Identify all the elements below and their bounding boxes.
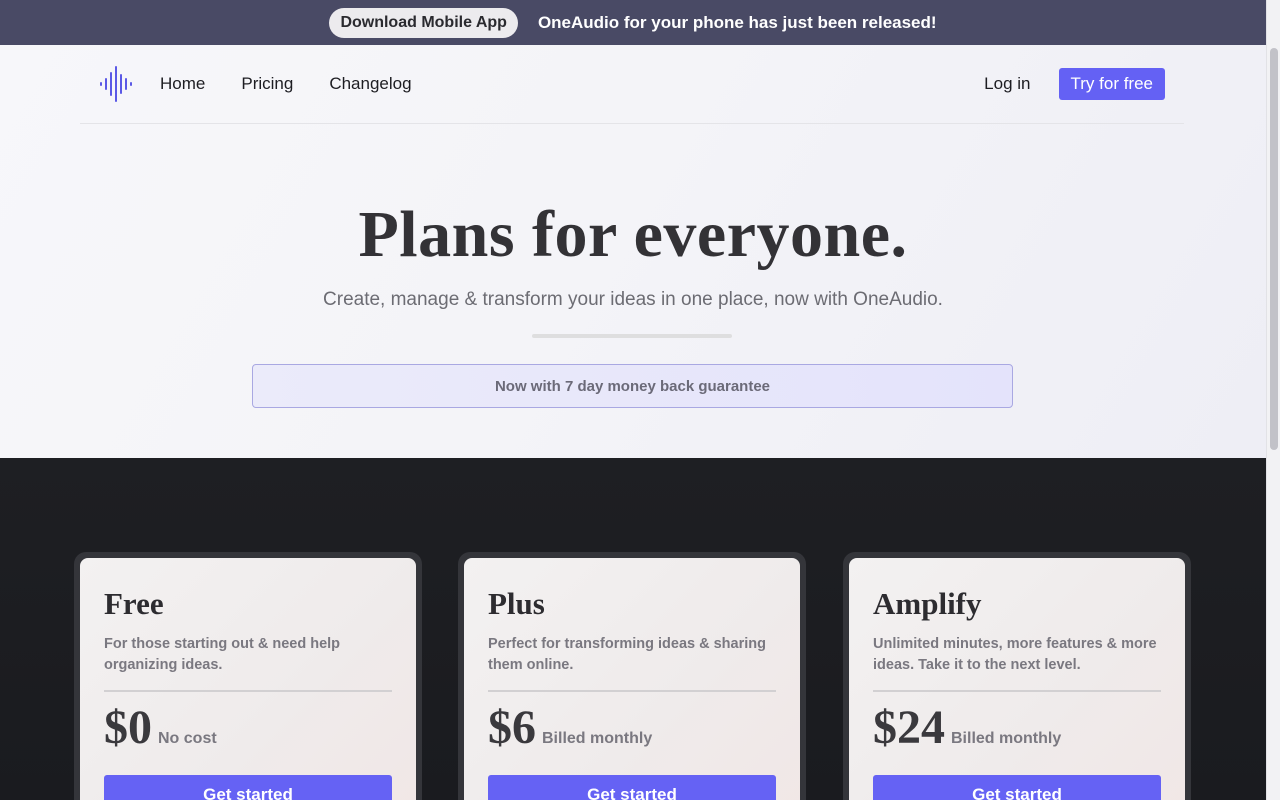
hero-section: Home Pricing Changelog Log in Try for fr… <box>0 45 1266 458</box>
plan-card-plus-frame: Plus Perfect for transforming ideas & sh… <box>458 552 806 800</box>
nav-links: Home Pricing Changelog <box>160 74 412 94</box>
nav-link-home[interactable]: Home <box>160 74 205 94</box>
plan-description: Perfect for transforming ideas & sharing… <box>488 636 766 673</box>
plan-divider <box>873 690 1161 692</box>
plan-description: Unlimited minutes, more features & more … <box>873 636 1157 673</box>
plan-name: Plus <box>488 586 545 621</box>
plan-divider <box>104 690 392 692</box>
scrollbar-thumb[interactable] <box>1270 48 1278 450</box>
plan-price: $24 <box>873 701 945 754</box>
pricing-section: Free For those starting out & need help … <box>0 458 1266 800</box>
nav-link-pricing[interactable]: Pricing <box>241 74 293 94</box>
login-link[interactable]: Log in <box>984 74 1030 94</box>
plan-card-amplify-frame: Amplify Unlimited minutes, more features… <box>843 552 1191 800</box>
plan-billing-note: Billed monthly <box>951 730 1062 747</box>
download-mobile-app-button[interactable]: Download Mobile App <box>329 7 518 38</box>
page-subtitle: Create, manage & transform your ideas in… <box>323 289 943 310</box>
plan-card-free-frame: Free For those starting out & need help … <box>74 552 422 800</box>
plan-price: $6 <box>488 701 536 754</box>
plan-price: $0 <box>104 701 152 754</box>
nav-link-changelog[interactable]: Changelog <box>329 74 411 94</box>
plan-price-row: $6 Billed monthly <box>488 704 776 752</box>
page-scrollbar[interactable] <box>1266 0 1280 800</box>
plan-card-free: Free For those starting out & need help … <box>80 558 416 800</box>
plan-name: Amplify <box>873 586 982 621</box>
nav-actions: Log in Try for free <box>984 68 1165 100</box>
plan-description: For those starting out & need help organ… <box>104 636 341 673</box>
plan-divider <box>488 690 776 692</box>
top-nav: Home Pricing Changelog Log in Try for fr… <box>80 45 1184 124</box>
plan-price-row: $24 Billed monthly <box>873 704 1161 752</box>
plan-billing-note: No cost <box>158 730 217 747</box>
plan-price-row: $0 No cost <box>104 704 392 752</box>
plan-card-plus: Plus Perfect for transforming ideas & sh… <box>464 558 800 800</box>
plan-name: Free <box>104 586 164 621</box>
get-started-button-plus[interactable]: Get started <box>488 775 776 800</box>
hero-divider <box>532 334 732 338</box>
get-started-button-free[interactable]: Get started <box>104 775 392 800</box>
guarantee-banner: Now with 7 day money back guarantee <box>252 364 1013 408</box>
plan-card-amplify: Amplify Unlimited minutes, more features… <box>849 558 1185 800</box>
soundwave-icon[interactable] <box>98 66 134 102</box>
get-started-button-amplify[interactable]: Get started <box>873 775 1161 800</box>
try-for-free-button[interactable]: Try for free <box>1058 68 1165 100</box>
announcement-bar: Download Mobile App OneAudio for your ph… <box>0 0 1266 45</box>
announcement-message: OneAudio for your phone has just been re… <box>537 12 937 32</box>
page-title: Plans for everyone. <box>358 198 908 271</box>
plan-billing-note: Billed monthly <box>542 730 653 747</box>
